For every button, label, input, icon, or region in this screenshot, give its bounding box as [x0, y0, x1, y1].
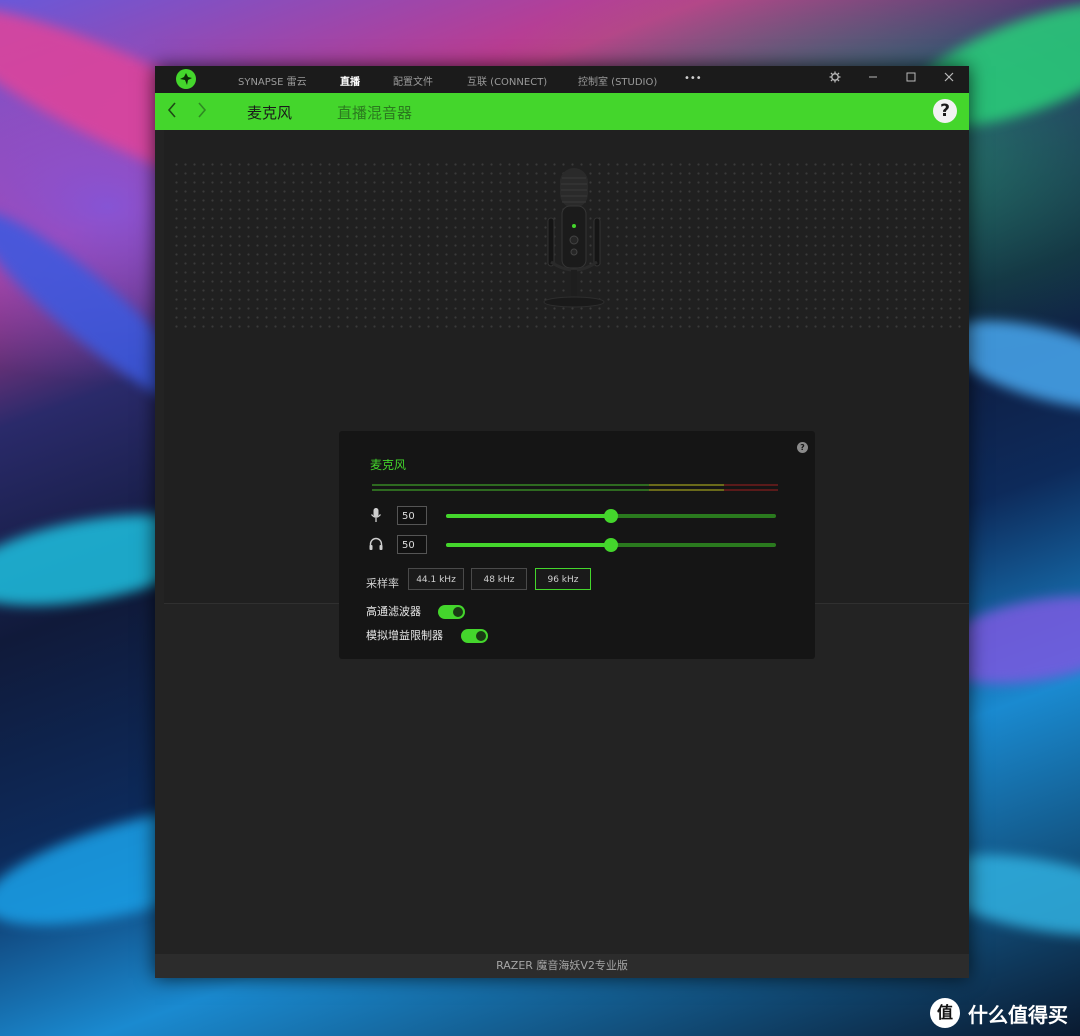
close-icon[interactable]: [941, 71, 957, 87]
nav-profiles[interactable]: 配置文件: [393, 73, 433, 88]
minimize-icon[interactable]: [865, 71, 881, 87]
sample-rate-label: 采样率: [366, 577, 399, 590]
high-pass-filter-label: 高通滤波器: [366, 605, 421, 618]
tab-stream-mixer[interactable]: 直播混音器: [337, 102, 412, 123]
device-status-bar: RAZER 魔音海妖V2专业版: [155, 954, 969, 978]
sample-rate-48-button[interactable]: 48 kHz: [471, 568, 527, 590]
microphone-icon: [370, 508, 382, 522]
back-arrow-icon[interactable]: [166, 101, 178, 124]
gear-icon[interactable]: [827, 71, 843, 87]
panel-help-icon[interactable]: ?: [797, 442, 808, 453]
forward-arrow-icon[interactable]: [196, 101, 208, 124]
headphones-icon: [369, 537, 383, 550]
nav-connect[interactable]: 互联 (CONNECT): [467, 73, 547, 88]
toggle-knob: [453, 607, 463, 617]
panel-title: 麦克风: [370, 458, 407, 472]
nav-more[interactable]: •••: [684, 73, 702, 84]
nav-studio[interactable]: 控制室 (STUDIO): [578, 73, 657, 88]
monitor-volume-slider[interactable]: [446, 538, 776, 552]
tab-microphone[interactable]: 麦克风: [247, 102, 292, 123]
monitor-volume-fill: [446, 543, 611, 547]
watermark: 值 什么值得买: [930, 998, 1068, 1028]
monitor-volume-handle[interactable]: [604, 538, 618, 552]
analog-gain-limiter-label: 模拟增益限制器: [366, 629, 443, 642]
device-area: 麦克风 ? 50 50 采样率 44.1 kHz 48 kHz 96 kHz 高…: [164, 130, 969, 659]
help-icon[interactable]: ?: [933, 99, 957, 123]
nav-synapse[interactable]: SYNAPSE 雷云: [238, 73, 307, 88]
microphone-device-image: [543, 168, 605, 308]
monitor-row: 50: [368, 535, 778, 555]
toggle-knob: [476, 631, 486, 641]
microphone-settings-panel: 麦克风 ? 50 50 采样率 44.1 kHz 48 kHz 96 kHz 高…: [339, 431, 815, 659]
analog-gain-limiter-toggle[interactable]: [461, 629, 488, 643]
mic-gain-fill: [446, 514, 611, 518]
monitor-volume-input[interactable]: 50: [397, 535, 427, 554]
mic-gain-row: 50: [368, 506, 778, 526]
maximize-icon[interactable]: [903, 71, 919, 87]
watermark-logo-icon: 值: [930, 998, 960, 1028]
mic-gain-slider[interactable]: [446, 509, 776, 523]
synapse-window: SYNAPSE 雷云 直播 配置文件 互联 (CONNECT) 控制室 (STU…: [155, 66, 969, 978]
mic-gain-input[interactable]: 50: [397, 506, 427, 525]
sample-rate-96-button[interactable]: 96 kHz: [535, 568, 591, 590]
high-pass-filter-toggle[interactable]: [438, 605, 465, 619]
watermark-text: 什么值得买: [968, 1002, 1068, 1027]
title-bar: SYNAPSE 雷云 直播 配置文件 互联 (CONNECT) 控制室 (STU…: [155, 66, 969, 93]
sub-navigation-bar: 麦克风 直播混音器 ?: [155, 93, 969, 130]
nav-stream[interactable]: 直播: [340, 73, 360, 88]
level-meter: [372, 484, 778, 492]
sample-rate-44-button[interactable]: 44.1 kHz: [408, 568, 464, 590]
mic-gain-handle[interactable]: [604, 509, 618, 523]
razer-logo-icon[interactable]: [176, 69, 196, 89]
